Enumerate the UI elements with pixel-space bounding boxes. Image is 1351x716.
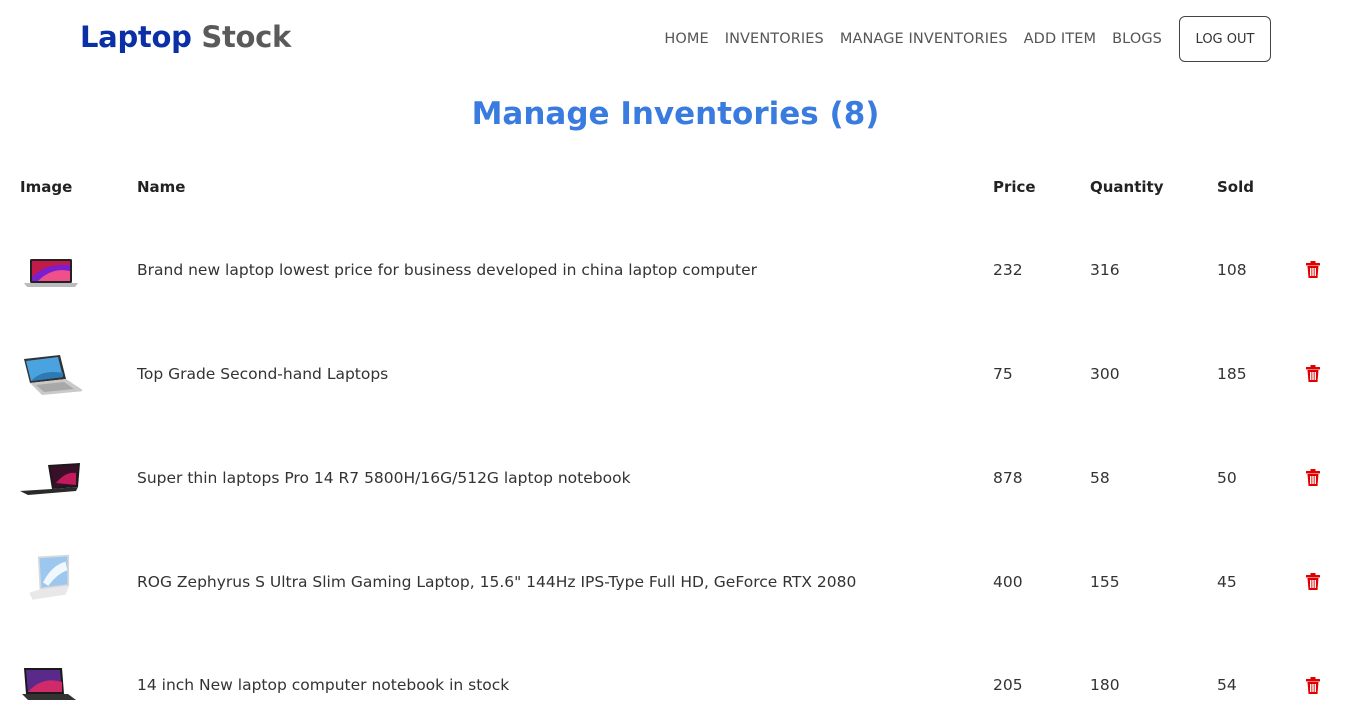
- header-image: Image: [20, 178, 73, 196]
- page-title: Manage Inventories (8): [471, 96, 880, 132]
- laptop-thumbnail: [29, 554, 70, 600]
- cell-price: 232: [993, 261, 1023, 279]
- header-name: Name: [137, 178, 186, 196]
- cell-quantity: 316: [1090, 261, 1120, 279]
- cell-price: 878: [993, 469, 1023, 487]
- brand-part-2: Stock: [201, 20, 292, 54]
- cell-name: Brand new laptop lowest price for busine…: [137, 261, 758, 279]
- trash-icon[interactable]: [1306, 365, 1320, 382]
- cell-quantity: 155: [1090, 573, 1120, 591]
- cell-sold: 185: [1217, 365, 1247, 383]
- cell-quantity: 180: [1090, 676, 1120, 694]
- nav-links: HOME INVENTORIES MANAGE INVENTORIES ADD …: [648, 16, 1271, 62]
- laptop-thumbnail: [20, 463, 80, 495]
- laptop-thumbnail: [24, 355, 82, 395]
- trash-icon[interactable]: [1306, 261, 1320, 278]
- trash-icon[interactable]: [1306, 573, 1320, 590]
- laptop-thumbnail: [22, 668, 76, 700]
- brand-logo[interactable]: Laptop Stock: [80, 20, 291, 54]
- cell-sold: 45: [1217, 573, 1237, 591]
- cell-quantity: 58: [1090, 469, 1110, 487]
- nav-manage-inventories[interactable]: MANAGE INVENTORIES: [840, 31, 1008, 47]
- header-sold: Sold: [1217, 178, 1254, 196]
- trash-icon[interactable]: [1306, 469, 1320, 486]
- cell-sold: 50: [1217, 469, 1237, 487]
- cell-sold: 54: [1217, 676, 1237, 694]
- cell-price: 400: [993, 573, 1023, 591]
- nav-add-item[interactable]: ADD ITEM: [1024, 31, 1096, 47]
- cell-price: 205: [993, 676, 1023, 694]
- navbar: Laptop Stock HOME INVENTORIES MANAGE INV…: [0, 0, 1351, 80]
- cell-name: ROG Zephyrus S Ultra Slim Gaming Laptop,…: [137, 573, 857, 591]
- cell-name: Super thin laptops Pro 14 R7 5800H/16G/5…: [137, 469, 631, 487]
- cell-quantity: 300: [1090, 365, 1120, 383]
- cell-name: 14 inch New laptop computer notebook in …: [137, 676, 510, 694]
- header-price: Price: [993, 178, 1036, 196]
- logout-button[interactable]: LOG OUT: [1179, 16, 1271, 62]
- trash-icon[interactable]: [1306, 677, 1320, 694]
- brand-part-1: Laptop: [80, 20, 192, 54]
- cell-sold: 108: [1217, 261, 1247, 279]
- laptop-thumbnail: [24, 259, 78, 287]
- header-quantity: Quantity: [1090, 178, 1164, 196]
- nav-blogs[interactable]: BLOGS: [1112, 31, 1162, 47]
- cell-price: 75: [993, 365, 1013, 383]
- nav-inventories[interactable]: INVENTORIES: [725, 31, 824, 47]
- cell-name: Top Grade Second-hand Laptops: [137, 365, 389, 383]
- nav-home[interactable]: HOME: [664, 31, 708, 47]
